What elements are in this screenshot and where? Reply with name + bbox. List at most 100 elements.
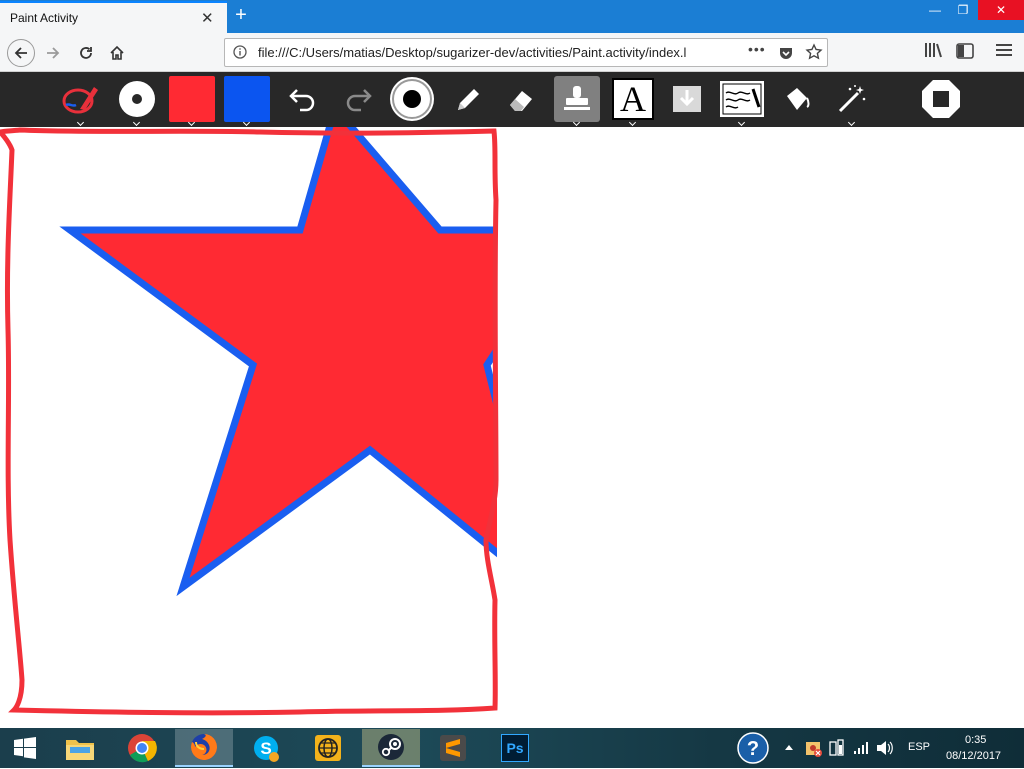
info-icon[interactable] (233, 45, 247, 59)
brush-icon (390, 77, 434, 121)
browser-tab[interactable]: Paint Activity ✕ (0, 1, 227, 33)
browser-tab-strip: Paint Activity ✕ + — ❐ ✕ (0, 0, 1024, 33)
back-arrow-icon (14, 47, 27, 59)
text-button[interactable]: A (610, 76, 656, 122)
clock-date[interactable]: 08/12/2017 (946, 750, 1001, 762)
help-question-icon: ? (737, 732, 769, 764)
folder-icon (66, 740, 94, 760)
chrome-icon (128, 734, 157, 763)
start-button[interactable] (0, 728, 50, 768)
tab-title: Paint Activity (10, 11, 79, 25)
skype-icon: S (254, 736, 279, 762)
magic-wand-icon (838, 85, 866, 113)
background-icon (720, 81, 764, 117)
stroke-color-button[interactable] (224, 76, 270, 122)
taskbar-app-firefox[interactable] (175, 729, 233, 767)
paint-toolbar: A (0, 72, 1024, 127)
globe-icon (315, 735, 341, 761)
redo-icon (346, 89, 372, 112)
svg-text:?: ? (747, 738, 759, 760)
drawing-canvas[interactable] (0, 127, 1024, 728)
background-button[interactable] (719, 76, 765, 122)
pencil-button[interactable] (444, 76, 490, 122)
tray-app-icon[interactable] (805, 739, 823, 757)
page-actions-button[interactable]: ••• (748, 41, 766, 57)
window-close-button[interactable]: ✕ (978, 0, 1024, 20)
help-button[interactable]: ? (737, 732, 769, 764)
url-bar[interactable]: file:///C:/Users/matias/Desktop/sugarize… (224, 38, 828, 67)
fill-color-button[interactable] (169, 76, 215, 122)
activity-button[interactable] (58, 76, 104, 122)
dropdown-caret-icon (848, 120, 856, 126)
forward-button[interactable] (39, 39, 67, 67)
steam-icon (378, 734, 404, 760)
dropdown-caret-icon (573, 120, 581, 126)
dropdown-caret-icon (243, 120, 251, 126)
back-button[interactable] (7, 39, 35, 67)
forward-arrow-icon (47, 47, 60, 59)
tray-expand-chevron-icon[interactable] (784, 743, 794, 751)
insert-image-button[interactable] (664, 76, 710, 122)
dropdown-caret-icon (629, 120, 637, 126)
stop-button[interactable] (918, 76, 964, 122)
redo-button[interactable] (335, 76, 381, 122)
photoshop-icon: Ps (501, 734, 529, 762)
dropdown-caret-icon (188, 120, 196, 126)
reload-button[interactable] (72, 39, 100, 67)
dropdown-caret-icon (77, 120, 85, 126)
windows-taskbar: S Ps ? ESP 0:35 08/12/2017 (0, 728, 1024, 768)
home-button[interactable] (103, 39, 131, 67)
pocket-icon[interactable] (778, 45, 794, 61)
eraser-button[interactable] (499, 76, 545, 122)
taskbar-app-steam[interactable] (362, 729, 420, 767)
photoshop-label: Ps (506, 740, 524, 756)
stamp-icon (564, 86, 590, 110)
network-signal-icon[interactable] (853, 740, 871, 756)
filters-button[interactable] (829, 76, 875, 122)
bucket-icon (787, 88, 810, 110)
canvas-drawing (0, 127, 499, 716)
stop-icon (922, 80, 960, 118)
fill-color-swatch (169, 76, 215, 122)
browser-navigation-bar: file:///C:/Users/matias/Desktop/sugarize… (0, 33, 1024, 72)
brush-size-icon (119, 81, 155, 117)
brush-size-button[interactable] (114, 76, 160, 122)
taskbar-app-photoshop[interactable]: Ps (486, 729, 544, 767)
text-icon: A (612, 78, 654, 120)
firefox-icon (191, 734, 217, 760)
undo-icon (289, 89, 315, 112)
paint-activity-icon (62, 87, 98, 114)
taskbar-app-skype[interactable]: S (237, 729, 295, 767)
taskbar-app-chrome[interactable] (113, 729, 171, 767)
windows-logo-icon (14, 737, 36, 759)
home-icon (110, 45, 124, 60)
url-text[interactable]: file:///C:/Users/matias/Desktop/sugarize… (258, 45, 740, 60)
taskbar-app-sublime[interactable] (424, 729, 482, 767)
stroke-color-swatch (224, 76, 270, 122)
dropdown-caret-icon (738, 120, 746, 126)
library-icon[interactable] (924, 42, 944, 58)
text-tool-label: A (620, 79, 646, 119)
stamp-button[interactable] (554, 76, 600, 122)
bookmark-star-icon[interactable] (805, 43, 823, 61)
tab-close-button[interactable]: ✕ (201, 9, 214, 27)
sublime-icon (440, 735, 466, 761)
reload-icon (80, 47, 92, 59)
taskbar-app-globe[interactable] (299, 729, 357, 767)
language-indicator[interactable]: ESP (908, 741, 930, 753)
clock-time[interactable]: 0:35 (965, 734, 986, 746)
battery-icon[interactable] (829, 739, 845, 757)
bucket-button[interactable] (775, 76, 821, 122)
drawn-star (59, 127, 497, 597)
hamburger-menu-icon[interactable] (996, 43, 1012, 57)
eraser-icon (510, 91, 532, 111)
volume-icon[interactable] (876, 740, 894, 756)
undo-button[interactable] (280, 76, 326, 122)
sidebar-icon[interactable] (956, 43, 974, 59)
brush-button[interactable] (389, 76, 435, 122)
new-tab-button[interactable]: + (232, 4, 250, 26)
taskbar-app-file-explorer[interactable] (51, 729, 109, 767)
dropdown-caret-icon (133, 120, 141, 126)
pencil-icon (458, 89, 479, 110)
insert-image-icon (673, 86, 701, 112)
